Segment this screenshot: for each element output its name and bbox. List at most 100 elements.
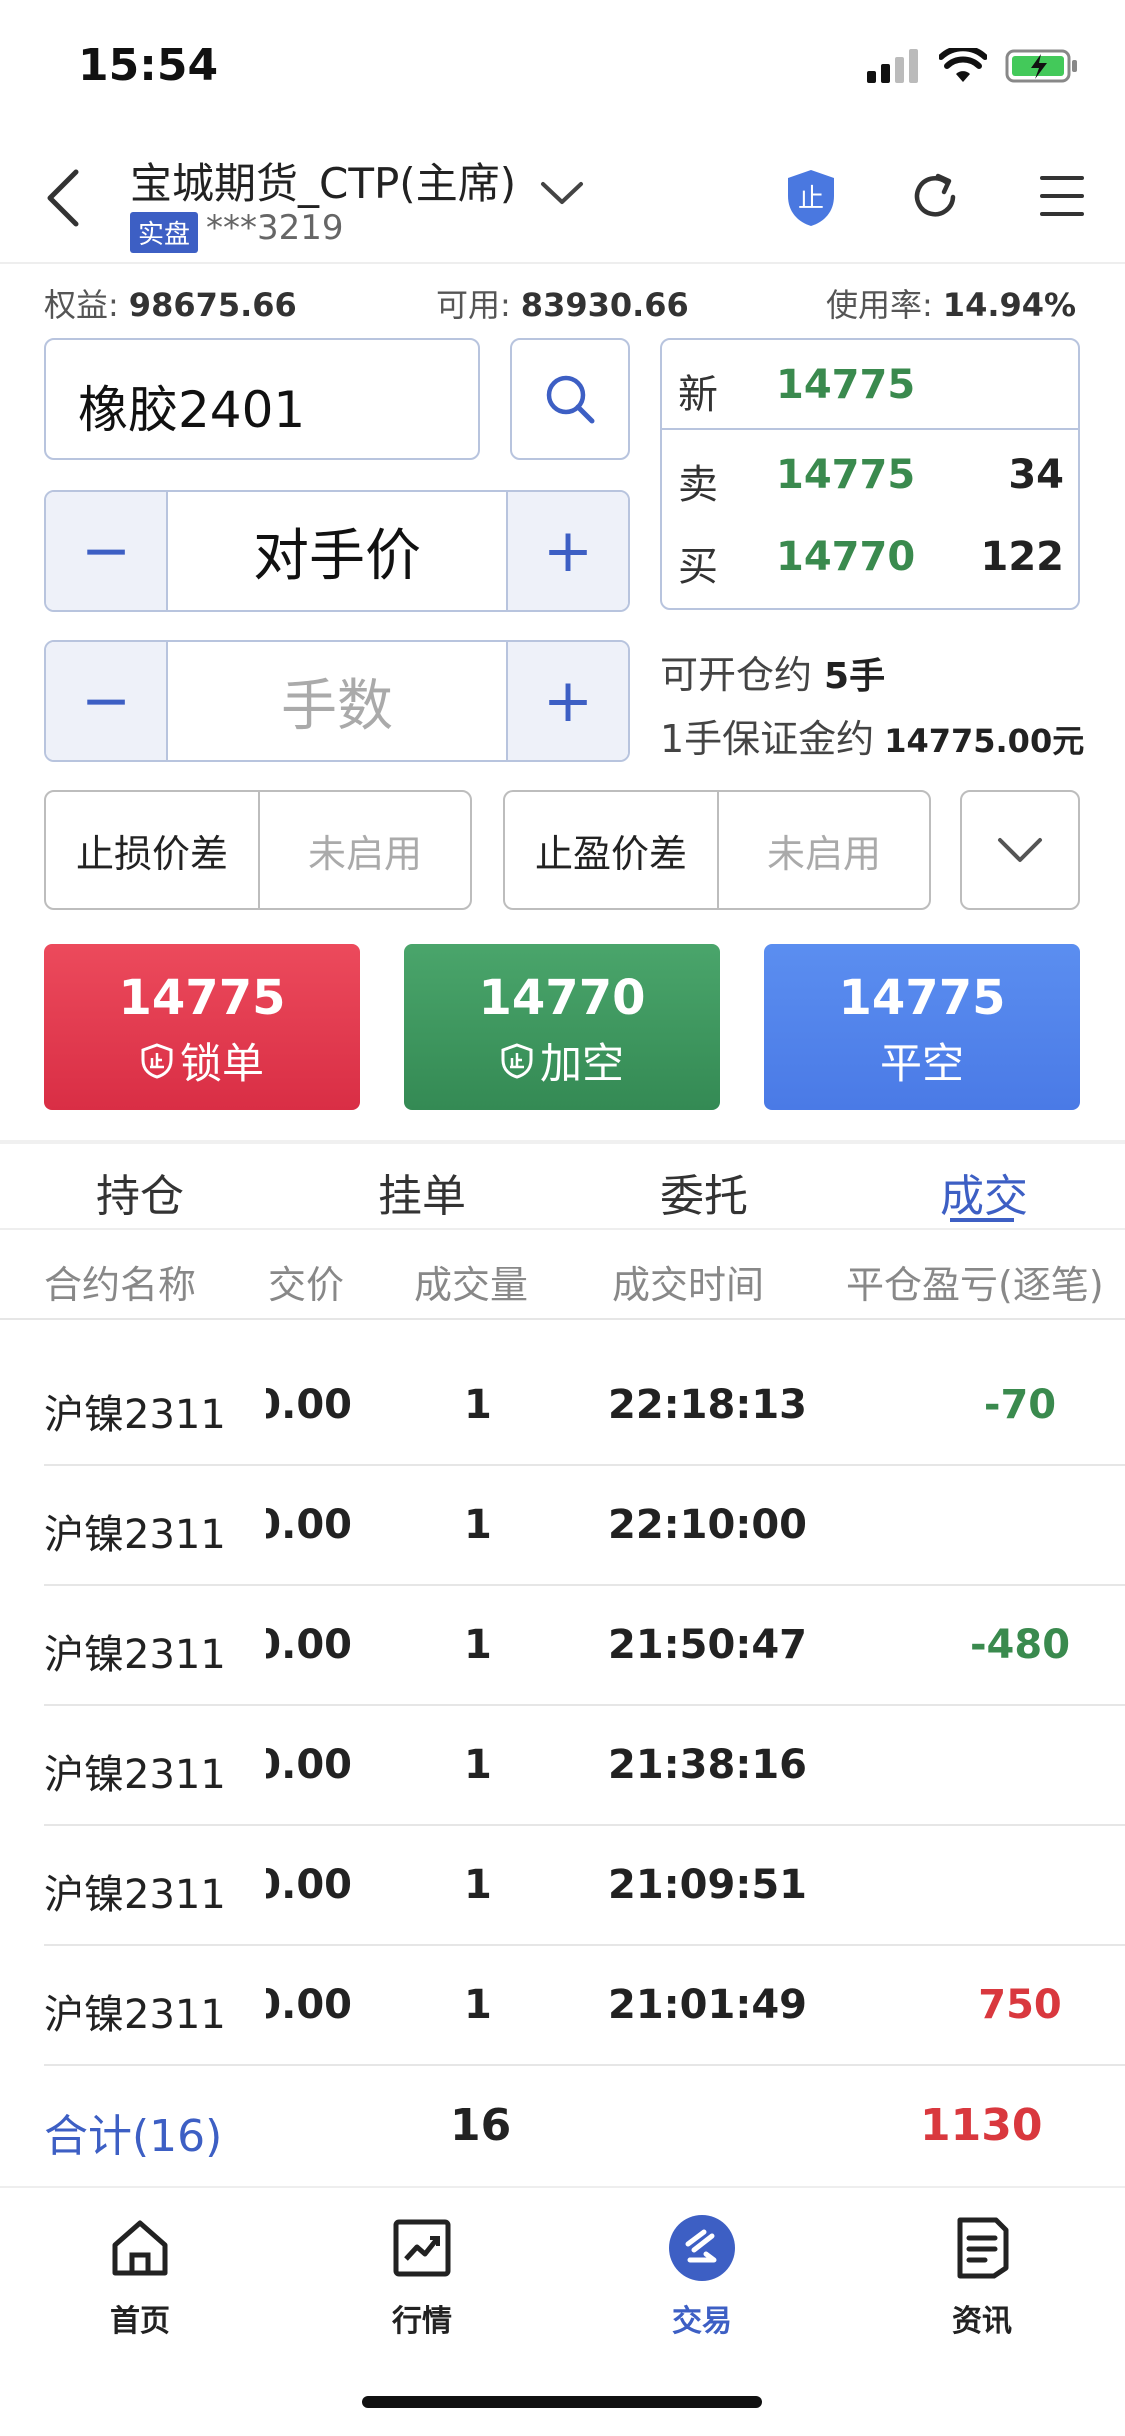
row-contract: 沪镍2311 <box>44 1392 226 1438</box>
expand-button[interactable] <box>960 790 1080 910</box>
table-row[interactable]: 沪镍2311 0.00 1 22:18:13 -70 <box>44 1346 1125 1466</box>
usage: 使用率: 14.94% <box>826 280 1076 326</box>
tab-pending[interactable]: 挂单 <box>312 1160 532 1224</box>
table-row[interactable]: 沪镍2311 0.00 1 21:01:49 750 <box>44 1946 1125 2066</box>
back-button[interactable] <box>44 168 84 228</box>
quantity-input[interactable]: 手数 <box>166 642 508 760</box>
price-plus-button[interactable]: + <box>508 492 628 610</box>
close-short-price: 14775 <box>838 970 1006 1026</box>
tab-orders[interactable]: 委托 <box>594 1160 814 1224</box>
open-label: 可开仓约 <box>660 653 813 697</box>
refresh-button[interactable] <box>908 170 962 228</box>
nav-market[interactable]: 行情 <box>332 2212 512 2340</box>
chart-icon <box>393 2219 451 2277</box>
live-badge: 实盘 <box>130 212 199 253</box>
table-row[interactable]: 沪镍2311 0.00 1 21:50:47 -480 <box>44 1586 1125 1706</box>
table-row[interactable]: 沪镍2311 0.00 1 22:10:00 <box>44 1466 1125 1586</box>
row-price: 0.00 <box>266 1622 352 1668</box>
price-mode[interactable]: 对手价 <box>166 492 508 610</box>
bid-volume: 122 <box>980 534 1065 580</box>
usage-value: 14.94% <box>942 286 1077 324</box>
nav-trade-label: 交易 <box>672 2304 732 2339</box>
total-label: 合计(16) <box>44 2111 223 2162</box>
account-number: ***3219 <box>206 208 344 248</box>
lock-label: 锁单 <box>179 1039 264 1088</box>
add-short-button[interactable]: 14770 加空 <box>404 944 720 1110</box>
equity-label: 权益: <box>44 286 119 324</box>
stop-loss-setting[interactable]: 止损价差 未启用 <box>44 790 472 910</box>
search-button[interactable] <box>510 338 630 460</box>
take-profit-setting[interactable]: 止盈价差 未启用 <box>503 790 931 910</box>
lock-order-button[interactable]: 14775 锁单 <box>44 944 360 1110</box>
open-value: 5手 <box>824 656 886 697</box>
nav-divider <box>0 2186 1125 2188</box>
add-short-price: 14770 <box>478 970 646 1026</box>
row-qty: 1 <box>464 1622 492 1668</box>
row-price: 0.00 <box>266 1742 352 1788</box>
row-time: 21:38:16 <box>608 1742 807 1788</box>
margin-value: 14775.00元 <box>884 722 1085 760</box>
row-contract: 沪镍2311 <box>44 1512 226 1558</box>
chevron-down-icon <box>541 182 583 204</box>
row-price: 0.00 <box>266 1382 352 1428</box>
news-icon <box>957 2217 1009 2279</box>
row-contract: 沪镍2311 <box>44 1992 226 2038</box>
price-minus-button[interactable]: − <box>46 492 166 610</box>
quote-panel: 新 14775 卖 14775 34 买 14770 122 <box>660 338 1080 610</box>
stop-shield-button[interactable]: 止 <box>784 168 838 232</box>
row-time: 22:10:00 <box>608 1502 807 1548</box>
row-time: 21:50:47 <box>608 1622 807 1668</box>
row-qty: 1 <box>464 1982 492 2028</box>
nav-trade[interactable]: 交易 <box>612 2212 792 2340</box>
qty-minus-button[interactable]: − <box>46 642 166 760</box>
wifi-icon <box>939 48 987 82</box>
table-row[interactable]: 沪镍2311 0.00 1 21:38:16 <box>44 1706 1125 1826</box>
broker-title[interactable]: 宝城期货_CTP(主席) <box>130 150 516 211</box>
nav-home-label: 首页 <box>110 2304 170 2339</box>
header-divider <box>0 262 1125 264</box>
header-divider <box>0 1318 1125 1320</box>
row-contract: 沪镍2311 <box>44 1752 226 1798</box>
menu-icon <box>1040 176 1084 216</box>
quantity-stepper: − 手数 + <box>44 640 630 762</box>
search-icon <box>546 375 595 424</box>
nav-home[interactable]: 首页 <box>50 2212 230 2340</box>
take-profit-value[interactable]: 未启用 <box>719 792 929 908</box>
chevron-down-icon <box>998 838 1042 862</box>
available: 可用: 83930.66 <box>436 280 689 326</box>
tab-positions[interactable]: 持仓 <box>30 1160 250 1224</box>
symbol-input[interactable]: 橡胶2401 <box>44 338 480 460</box>
nav-news[interactable]: 资讯 <box>892 2212 1072 2340</box>
status-icons <box>867 48 1079 84</box>
stop-loss-label: 止损价差 <box>46 792 260 908</box>
close-short-button[interactable]: 14775 平空 <box>764 944 1080 1110</box>
price-stepper: − 对手价 + <box>44 490 630 612</box>
total-pnl: 1130 <box>920 2100 1043 2151</box>
qty-plus-button[interactable]: + <box>508 642 628 760</box>
tab-trades[interactable]: 成交 <box>874 1160 1094 1224</box>
home-indicator[interactable] <box>362 2396 762 2408</box>
row-contract: 沪镍2311 <box>44 1632 226 1678</box>
signal-icon <box>867 49 918 83</box>
table-row[interactable]: 沪镍2311 0.00 1 21:09:51 <box>44 1826 1125 1946</box>
usage-label: 使用率: <box>826 286 933 324</box>
row-pnl: -480 <box>969 1622 1071 1668</box>
add-short-label: 加空 <box>539 1039 624 1088</box>
row-time: 21:01:49 <box>608 1982 807 2028</box>
shield-stop-icon: 止 <box>788 170 834 226</box>
nav-news-label: 资讯 <box>952 2304 1012 2339</box>
trade-icon <box>669 2215 735 2281</box>
row-pnl: -70 <box>983 1382 1057 1428</box>
account-switch-button[interactable] <box>540 180 584 210</box>
row-pnl: 750 <box>978 1982 1062 2028</box>
col-pnl: 平仓盈亏(逐笔) <box>846 1263 1104 1307</box>
last-label: 新 <box>678 372 718 418</box>
battery-charging-icon <box>1005 49 1077 83</box>
menu-button[interactable] <box>1040 174 1084 222</box>
equity-value: 98675.66 <box>128 286 297 324</box>
tabs-divider <box>0 1228 1125 1230</box>
bid-price: 14770 <box>776 534 916 580</box>
margin-info: 1手保证金约 14775.00元 <box>660 708 1084 763</box>
stop-loss-value[interactable]: 未启用 <box>260 792 470 908</box>
available-label: 可用: <box>436 286 511 324</box>
